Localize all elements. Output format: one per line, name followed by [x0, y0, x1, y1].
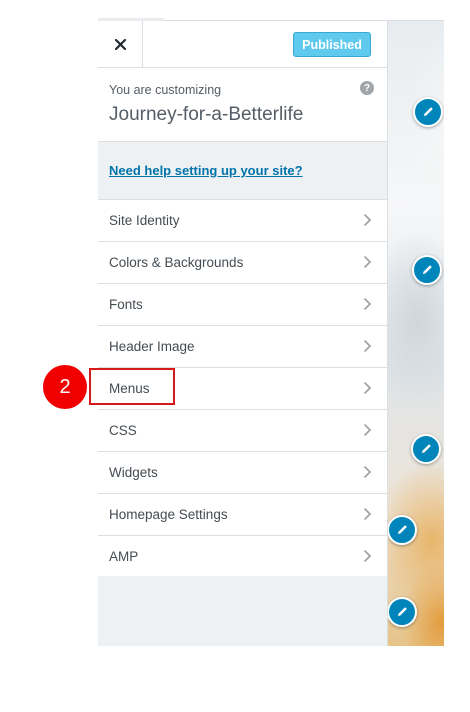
panel-item-homepage-settings[interactable]: Homepage Settings	[98, 494, 387, 536]
close-icon	[114, 38, 126, 50]
edit-shortcut-pencil-icon[interactable]	[387, 515, 417, 545]
chevron-right-icon	[363, 339, 372, 353]
step-number-badge: 2	[43, 365, 87, 409]
pencil-icon	[423, 107, 433, 117]
pencil-icon	[421, 444, 431, 454]
publish-button[interactable]: Published	[293, 32, 371, 57]
panel-item-fonts[interactable]: Fonts	[98, 284, 387, 326]
edit-shortcut-pencil-icon[interactable]	[387, 597, 417, 627]
site-title: Journey-for-a-Betterlife	[109, 104, 304, 125]
panel-item-label: Widgets	[109, 465, 158, 480]
chevron-right-icon	[363, 213, 372, 227]
pencil-icon	[422, 265, 432, 275]
panel-item-header-image[interactable]: Header Image	[98, 326, 387, 368]
panel-item-label: Header Image	[109, 339, 195, 354]
panel-item-label: Homepage Settings	[109, 507, 228, 522]
customizer-sidebar: Published You are customizing ? Journey-…	[98, 21, 388, 646]
close-button[interactable]	[98, 21, 143, 67]
chevron-right-icon	[363, 549, 372, 563]
chevron-right-icon	[363, 465, 372, 479]
chevron-right-icon	[363, 255, 372, 269]
sidebar-empty-area	[98, 576, 387, 646]
customizer-info: You are customizing ? Journey-for-a-Bett…	[98, 68, 387, 142]
panel-item-label: AMP	[109, 549, 139, 564]
chevron-right-icon	[363, 381, 372, 395]
edit-shortcut-pencil-icon[interactable]	[412, 255, 442, 285]
site-preview[interactable]	[387, 21, 444, 646]
edit-shortcut-pencil-icon[interactable]	[413, 97, 443, 127]
panel-item-label: Colors & Backgrounds	[109, 255, 244, 270]
panel-item-amp[interactable]: AMP	[98, 536, 387, 578]
menus-highlight-box	[89, 368, 175, 405]
chevron-right-icon	[363, 507, 372, 521]
help-section: Need help setting up your site?	[98, 142, 387, 200]
help-setup-link[interactable]: Need help setting up your site?	[109, 163, 303, 178]
panel-item-colors-backgrounds[interactable]: Colors & Backgrounds	[98, 242, 387, 284]
pencil-icon	[397, 607, 407, 617]
customizer-header: Published	[98, 21, 387, 68]
panel-item-widgets[interactable]: Widgets	[98, 452, 387, 494]
pencil-icon	[397, 525, 407, 535]
panel-item-label: Site Identity	[109, 213, 180, 228]
edit-shortcut-pencil-icon[interactable]	[411, 434, 441, 464]
panel-item-css[interactable]: CSS	[98, 410, 387, 452]
panel-item-label: CSS	[109, 423, 137, 438]
chevron-right-icon	[363, 297, 372, 311]
help-icon[interactable]: ?	[360, 81, 374, 95]
customizing-label: You are customizing	[109, 83, 222, 97]
panel-item-label: Fonts	[109, 297, 143, 312]
panel-item-site-identity[interactable]: Site Identity	[98, 200, 387, 242]
chevron-right-icon	[363, 423, 372, 437]
